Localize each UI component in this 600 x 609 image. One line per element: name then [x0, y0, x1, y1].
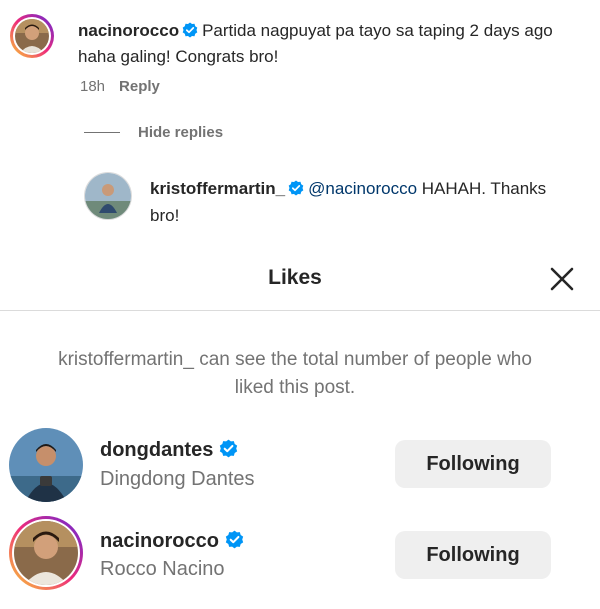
comment-text-line2: haha galing! Congrats bro!	[78, 47, 279, 66]
user-row-username-dongdantes[interactable]: dongdantes	[100, 439, 242, 464]
comment-time: 18h	[80, 78, 106, 95]
likes-notice-line2: liked this post.	[234, 377, 356, 398]
hide-replies-button[interactable]: Hide replies	[138, 124, 223, 141]
likes-modal: Likes kristoffermartin_ can see the tota…	[0, 244, 600, 609]
reply-text-line2: bro!	[150, 206, 180, 225]
likes-notice: kristoffermartin_ can see the total numb…	[0, 346, 590, 402]
comment-meta: 18h Reply	[80, 78, 174, 95]
user-fullname: Dingdong Dantes	[100, 468, 255, 490]
comment-body: nacinorocco Partida nagpuyat pa tayo sa t…	[78, 19, 598, 69]
likes-notice-line1: kristoffermartin_ can see the total numb…	[58, 349, 532, 370]
likes-title: Likes	[268, 266, 322, 289]
verified-badge-icon	[182, 21, 198, 45]
following-button[interactable]: Following	[395, 440, 551, 488]
hide-replies-line	[84, 132, 120, 133]
verified-badge-icon	[288, 178, 304, 203]
close-icon[interactable]	[548, 265, 576, 293]
user-avatar-nacinorocco[interactable]	[9, 516, 83, 590]
reply-mention[interactable]: @nacinorocco	[308, 179, 417, 198]
reply-text-line1: HAHAH. Thanks	[421, 179, 547, 198]
user-fullname: Rocco Nacino	[100, 558, 225, 580]
user-avatar-dongdantes[interactable]	[9, 428, 83, 502]
verified-badge-icon	[219, 439, 238, 464]
reply-body: kristoffermartin_ @nacinorocco HAHAH. Tha…	[150, 176, 590, 228]
following-button[interactable]: Following	[395, 531, 551, 579]
comment-avatar[interactable]	[10, 14, 54, 58]
verified-badge-icon	[225, 530, 244, 555]
comment-text-line1: Partida nagpuyat pa tayo sa taping 2 day…	[202, 21, 553, 40]
reply-avatar[interactable]	[84, 172, 132, 220]
comment-username[interactable]: nacinorocco	[78, 21, 179, 40]
user-username[interactable]: dongdantes	[100, 439, 213, 461]
likes-divider	[0, 310, 600, 311]
reply-username[interactable]: kristoffermartin_	[150, 179, 285, 198]
reply-button[interactable]: Reply	[119, 78, 160, 95]
user-row-username-nacinorocco[interactable]: nacinorocco	[100, 530, 248, 555]
user-username[interactable]: nacinorocco	[100, 530, 219, 552]
